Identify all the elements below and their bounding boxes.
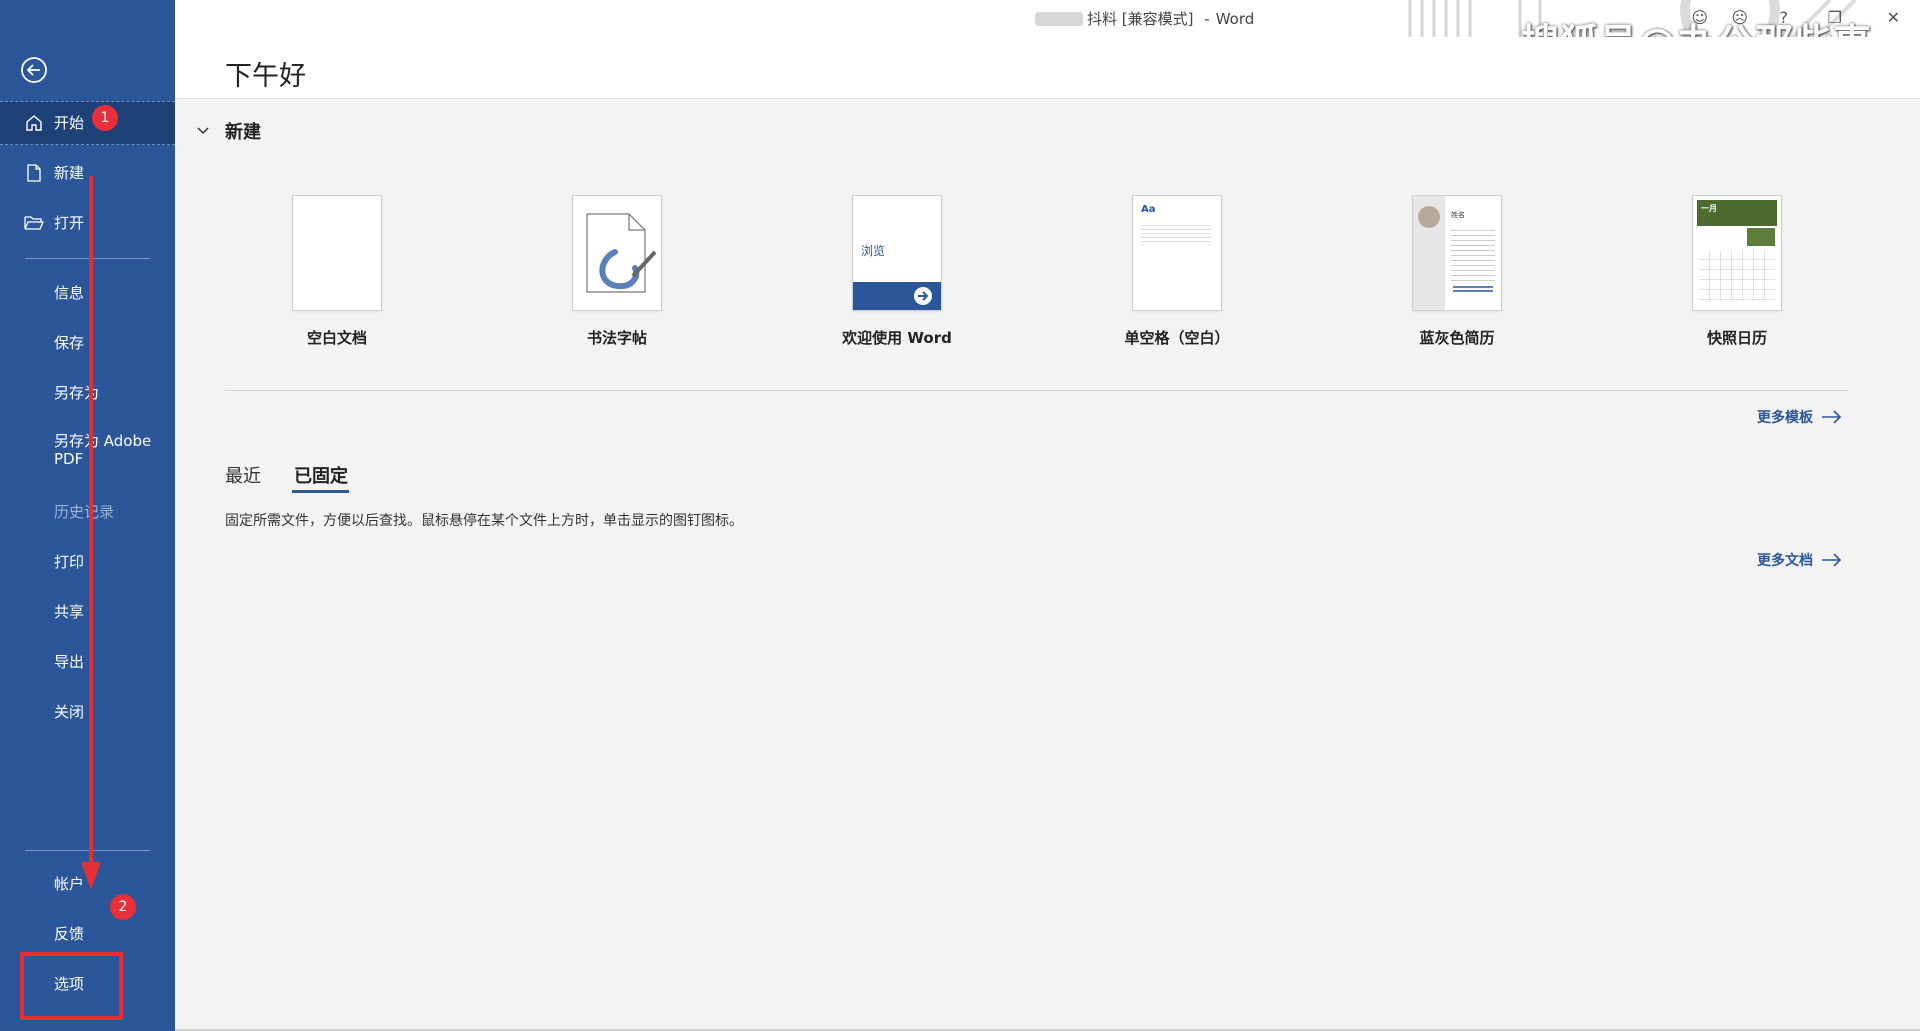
nav-home-label: 开始: [54, 114, 85, 132]
nav-close-label: 关闭: [54, 703, 85, 721]
nav-info[interactable]: 信息: [0, 271, 175, 315]
template-single-spaced[interactable]: Aa 单空格（空白）: [1087, 195, 1267, 348]
pinned-hint-text: 固定所需文件，方便以后查找。鼠标悬停在某个文件上方时，单击显示的图钉图标。: [225, 513, 743, 529]
nav-history-label: 历史记录: [54, 503, 115, 521]
nav-save-as-pdf[interactable]: 另存为 Adobe PDF: [0, 432, 175, 472]
template-thumbnail: [572, 195, 662, 311]
smile-icon[interactable]: ☺: [1691, 8, 1708, 27]
avatar: [1418, 206, 1440, 228]
nav-save-as-label: 另存为: [54, 384, 100, 402]
arrow-right-icon: [1822, 553, 1842, 567]
template-thumbnail: 浏览: [852, 195, 942, 311]
template-welcome-word[interactable]: 浏览 欢迎使用 Word: [807, 195, 987, 348]
more-documents-link[interactable]: 更多文档: [1757, 550, 1843, 570]
template-resume-blue-gray[interactable]: 姓名 蓝灰色简历: [1367, 195, 1547, 348]
sidebar-divider: [25, 258, 150, 259]
new-section-header[interactable]: 新建: [195, 118, 261, 144]
new-doc-icon: [23, 162, 45, 184]
thumbnail-text: 浏览: [861, 244, 886, 258]
step-1-badge: 1: [92, 105, 118, 131]
section-divider: [225, 390, 1848, 391]
thumbnail-grid: [1699, 250, 1775, 300]
more-documents-label: 更多文档: [1757, 553, 1813, 569]
nav-feedback[interactable]: 反馈: [0, 912, 175, 956]
nav-account-label: 帐户: [54, 875, 85, 893]
calligraphy-icon: [586, 213, 657, 293]
nav-info-label: 信息: [54, 284, 85, 302]
window-title: 抖料 [兼容模式] - Word: [1035, 8, 1254, 29]
template-label: 空白文档: [306, 329, 367, 347]
sidebar-divider-bottom: [25, 850, 150, 851]
arrow-right-circle-icon: [914, 287, 932, 305]
template-thumbnail: 一月: [1692, 195, 1782, 311]
template-label: 单空格（空白）: [1124, 329, 1230, 347]
nav-export[interactable]: 导出: [0, 640, 175, 684]
nav-export-label: 导出: [54, 653, 85, 671]
new-section-title: 新建: [225, 122, 261, 143]
nav-save-as[interactable]: 另存为: [0, 371, 175, 415]
nav-open[interactable]: 打开: [0, 201, 175, 245]
home-icon: [23, 112, 45, 134]
open-folder-icon: [23, 212, 45, 234]
nav-save-as-pdf-label: 另存为 Adobe PDF: [54, 432, 152, 468]
arrow-right-icon: [1822, 410, 1842, 424]
tab-recent[interactable]: 最近: [225, 462, 261, 488]
nav-share-label: 共享: [54, 603, 85, 621]
help-icon[interactable]: ?: [1780, 8, 1789, 27]
thumbnail-lines: [1451, 226, 1495, 282]
nav-new-label: 新建: [54, 164, 85, 182]
thumbnail-lines: [1141, 222, 1211, 244]
template-label: 快照日历: [1706, 329, 1767, 347]
template-snapshot-calendar[interactable]: 一月 快照日历: [1647, 195, 1827, 348]
thumbnail-text: 一月: [1701, 204, 1717, 213]
template-label: 蓝灰色简历: [1419, 329, 1495, 347]
nav-print-label: 打印: [54, 553, 85, 571]
nav-close[interactable]: 关闭: [0, 690, 175, 734]
nav-history: 历史记录: [0, 490, 175, 534]
title-separator: -: [1204, 10, 1210, 28]
app-name: Word: [1215, 10, 1255, 28]
nav-new[interactable]: 新建: [0, 151, 175, 195]
close-icon[interactable]: ✕: [1887, 8, 1900, 27]
template-thumbnail: Aa: [1132, 195, 1222, 311]
title-bar: 抖料 [兼容模式] -Word 搜狐号@办公那些事 ☺ ☹ ? ❐ ✕: [175, 0, 1920, 65]
more-templates-link[interactable]: 更多模板: [1757, 407, 1843, 427]
back-arrow-icon[interactable]: [20, 56, 48, 84]
greeting-title: 下午好: [225, 61, 306, 92]
nav-print[interactable]: 打印: [0, 540, 175, 584]
template-blank[interactable]: 空白文档: [247, 195, 427, 348]
greeting-header: 下午好: [175, 37, 1920, 99]
chevron-down-icon: [197, 127, 209, 135]
more-templates-label: 更多模板: [1757, 410, 1813, 426]
document-title: 抖料 [兼容模式]: [1087, 10, 1194, 28]
annotation-arrowhead: [81, 862, 101, 890]
nav-share[interactable]: 共享: [0, 590, 175, 634]
template-label: 书法字帖: [586, 329, 647, 347]
thumbnail-text: Aa: [1141, 204, 1156, 215]
thumbnail-photo: [1747, 228, 1775, 246]
template-thumbnail: [292, 195, 382, 311]
restore-icon[interactable]: ❐: [1828, 8, 1842, 27]
backstage-sidebar: 开始 1 新建 打开 信息 保存 另存为 另存为 Adobe PDF 历史记录 …: [0, 0, 175, 1031]
thumbnail-text: 姓名: [1451, 211, 1465, 219]
tab-pinned[interactable]: 已固定: [294, 462, 348, 488]
nav-open-label: 打开: [54, 214, 85, 232]
thumbnail-accent-lines: [1453, 284, 1493, 294]
nav-home[interactable]: 开始: [0, 101, 175, 145]
frown-icon[interactable]: ☹: [1731, 8, 1748, 27]
nav-save[interactable]: 保存: [0, 321, 175, 365]
nav-options-label: 选项: [54, 975, 85, 993]
nav-options[interactable]: 选项: [0, 962, 175, 1006]
tab-selected-indicator: [292, 490, 349, 493]
template-thumbnail: 姓名: [1412, 195, 1502, 311]
nav-feedback-label: 反馈: [54, 925, 85, 943]
template-calligraphy[interactable]: 书法字帖: [527, 195, 707, 348]
redacted-text: [1035, 12, 1083, 26]
nav-save-label: 保存: [54, 334, 85, 352]
template-label: 欢迎使用 Word: [842, 329, 952, 347]
